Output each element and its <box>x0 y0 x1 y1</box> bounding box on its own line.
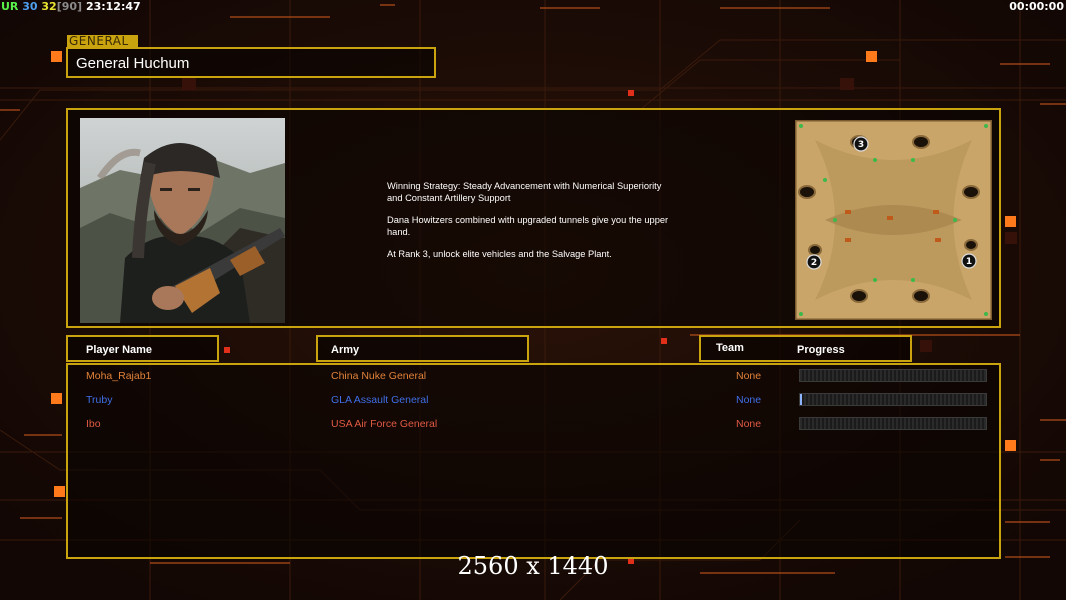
hud-value-1: 30 <box>22 0 38 13</box>
map-preview: 3 2 1 <box>795 120 992 320</box>
hud-clock: 23:12:47 <box>85 0 141 13</box>
player-team: None <box>736 370 762 382</box>
player-row: Ibo USA Air Force General None <box>68 416 1003 436</box>
map-start-marker: 1 <box>966 257 972 267</box>
map-start-marker: 3 <box>858 140 864 150</box>
player-progress-bar <box>799 369 987 382</box>
player-row: Moha_Rajab1 China Nuke General None <box>68 368 1003 388</box>
strategy-paragraph: At Rank 3, unlock elite vehicles and the… <box>387 249 612 259</box>
player-name: Moha_Rajab1 <box>86 370 152 382</box>
strategy-paragraph: Winning Strategy: Steady Advancement wit… <box>387 181 662 203</box>
header-army-label: Army <box>331 344 360 356</box>
general-portrait <box>80 118 285 323</box>
player-row: Truby GLA Assault General None <box>68 392 1003 412</box>
player-team: None <box>736 418 762 430</box>
header-team-label: Team <box>716 342 744 354</box>
general-name-box: General Huchum <box>66 47 436 78</box>
winning-strategy-text: Winning Strategy: Steady Advancement wit… <box>387 181 717 272</box>
hud-value-2: 32 <box>41 0 57 13</box>
player-name: Ibo <box>86 418 101 430</box>
player-progress-bar <box>799 393 987 406</box>
header-player-name: Player Name <box>66 335 219 362</box>
hud-status: UR 30 32[90] 23:12:47 <box>1 0 141 13</box>
player-team: None <box>736 394 762 406</box>
hud-value-3: [90] <box>56 0 83 13</box>
player-army: GLA Assault General <box>331 394 429 406</box>
player-name: Truby <box>86 394 113 406</box>
map-start-marker: 2 <box>811 258 817 268</box>
resolution-overlay: 2560 x 1440 <box>457 552 609 580</box>
header-progress-label: Progress <box>797 344 845 356</box>
player-army: China Nuke General <box>331 370 427 382</box>
hud-timer: 00:00:00 <box>1009 0 1064 13</box>
player-progress-bar <box>799 417 987 430</box>
general-name: General Huchum <box>76 55 190 72</box>
header-team-progress: Team Progress <box>699 335 912 362</box>
header-player-name-label: Player Name <box>86 344 153 356</box>
hud-ur: UR <box>1 0 19 13</box>
header-army: Army <box>316 335 529 362</box>
player-army: USA Air Force General <box>331 418 438 430</box>
strategy-paragraph: Dana Howitzers combined with upgraded tu… <box>387 215 669 237</box>
general-info-panel: Winning Strategy: Steady Advancement wit… <box>66 108 1001 328</box>
players-list: Moha_Rajab1 China Nuke General None Trub… <box>66 363 1001 559</box>
